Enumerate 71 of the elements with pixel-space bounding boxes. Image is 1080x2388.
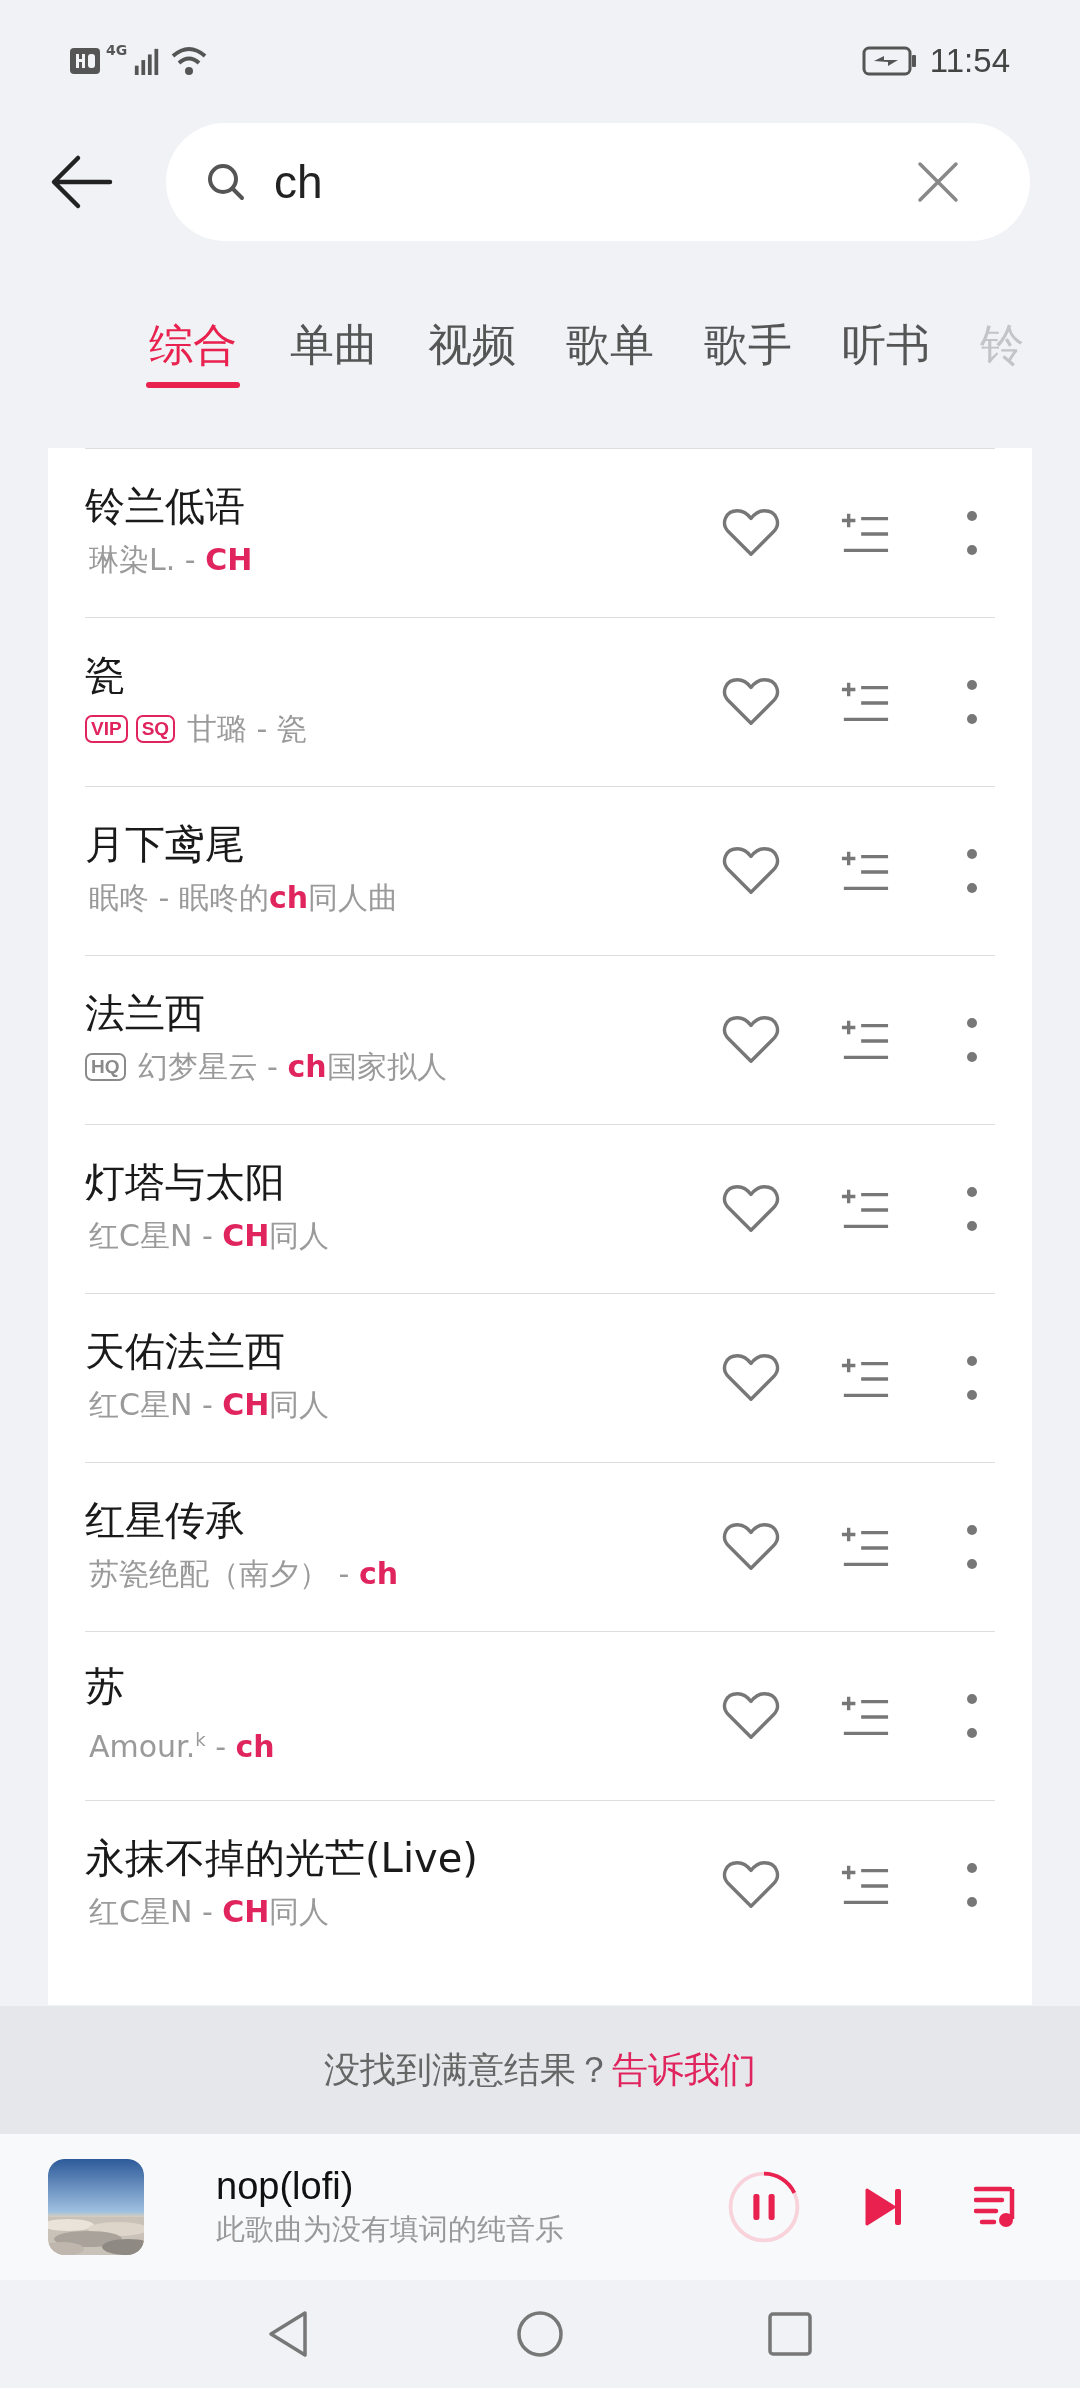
more-icon[interactable]: [966, 1355, 978, 1401]
more-icon[interactable]: [966, 1017, 978, 1063]
clock: 11:54: [929, 42, 1010, 80]
song-title[interactable]: 灯塔与太阳: [85, 1154, 722, 1210]
add-to-playlist-icon[interactable]: [840, 1187, 890, 1231]
search-field[interactable]: ch: [166, 123, 1030, 241]
close-icon[interactable]: [916, 160, 960, 204]
heart-icon[interactable]: [722, 1521, 780, 1573]
heart-icon[interactable]: [722, 676, 780, 728]
add-to-playlist-icon[interactable]: [840, 1525, 890, 1569]
song-artist: 红C星N - CH同人: [89, 1217, 330, 1255]
heart-icon[interactable]: [722, 1014, 780, 1066]
network-type: 4G: [106, 42, 128, 58]
song-title[interactable]: 苏: [85, 1657, 722, 1714]
more-icon[interactable]: [966, 1524, 978, 1570]
more-icon[interactable]: [966, 679, 978, 725]
now-playing-title[interactable]: nop(lofi): [216, 2164, 726, 2208]
song-title[interactable]: 天佑法兰西: [85, 1323, 722, 1379]
more-icon[interactable]: [966, 1693, 978, 1739]
add-to-playlist-icon[interactable]: [840, 1863, 890, 1907]
add-to-playlist-icon[interactable]: [840, 511, 890, 555]
song-artist: 琳染L. - CH: [89, 541, 253, 579]
song-artist: Amour.$^{k}$ - ch: [89, 1727, 275, 1766]
song-title[interactable]: 永抹不掉的光芒(Live): [85, 1830, 722, 1886]
tab[interactable]: 视频: [428, 312, 516, 378]
hd-icon: [70, 48, 100, 74]
song-title[interactable]: 铃兰低语: [85, 478, 722, 534]
add-to-playlist-icon[interactable]: [840, 1018, 890, 1062]
song-artist: 苏瓷绝配（南夕） - ch: [89, 1555, 399, 1593]
song-artist: 红C星N - CH同人: [89, 1893, 330, 1931]
pause-button[interactable]: [726, 2169, 802, 2245]
more-icon[interactable]: [966, 848, 978, 894]
song-title[interactable]: 红星传承: [85, 1492, 722, 1548]
tab[interactable]: 歌手: [704, 312, 792, 378]
now-playing-subtitle: 此歌曲为没有填词的纯音乐: [216, 2210, 565, 2248]
quality-badge: SQ: [135, 715, 176, 743]
heart-icon[interactable]: [722, 1352, 780, 1404]
add-to-playlist-icon[interactable]: [840, 680, 890, 724]
tab[interactable]: 综合: [149, 312, 237, 378]
more-icon[interactable]: [966, 1862, 978, 1908]
song-title[interactable]: 瓷: [85, 647, 722, 703]
recents-nav-icon[interactable]: [765, 2309, 815, 2359]
quality-badge: VIP: [85, 715, 128, 743]
quality-badge: HQ: [85, 1053, 126, 1081]
more-icon[interactable]: [966, 510, 978, 556]
heart-icon[interactable]: [722, 1859, 780, 1911]
add-to-playlist-icon[interactable]: [840, 849, 890, 893]
back-icon[interactable]: [50, 154, 114, 210]
next-icon[interactable]: [864, 2187, 904, 2227]
song-artist: 幻梦星云 - ch国家拟人: [137, 1048, 447, 1086]
heart-icon[interactable]: [722, 845, 780, 897]
song-title[interactable]: 月下鸢尾: [85, 816, 722, 872]
wifi-icon: [171, 46, 208, 76]
home-nav-icon[interactable]: [515, 2309, 565, 2359]
heart-icon[interactable]: [722, 1183, 780, 1235]
tab[interactable]: 歌单: [566, 312, 654, 378]
heart-icon[interactable]: [722, 1690, 780, 1742]
tab[interactable]: 单曲: [290, 312, 378, 378]
battery-icon: [861, 46, 918, 76]
song-artist: 红C星N - CH同人: [89, 1386, 330, 1424]
add-to-playlist-icon[interactable]: [840, 1694, 890, 1738]
search-icon: [206, 162, 246, 202]
heart-icon[interactable]: [722, 507, 780, 559]
feedback-prompt: 没找到满意结果？: [324, 2047, 612, 2092]
more-icon[interactable]: [966, 1186, 978, 1232]
song-artist: 眠咚 - 眠咚的ch同人曲: [89, 879, 399, 917]
tab[interactable]: 听书: [842, 312, 930, 378]
song-title[interactable]: 法兰西: [85, 985, 722, 1041]
song-artist: 甘璐 - 瓷: [187, 710, 307, 748]
feedback-link[interactable]: 告诉我们: [612, 2045, 756, 2095]
add-to-playlist-icon[interactable]: [840, 1356, 890, 1400]
